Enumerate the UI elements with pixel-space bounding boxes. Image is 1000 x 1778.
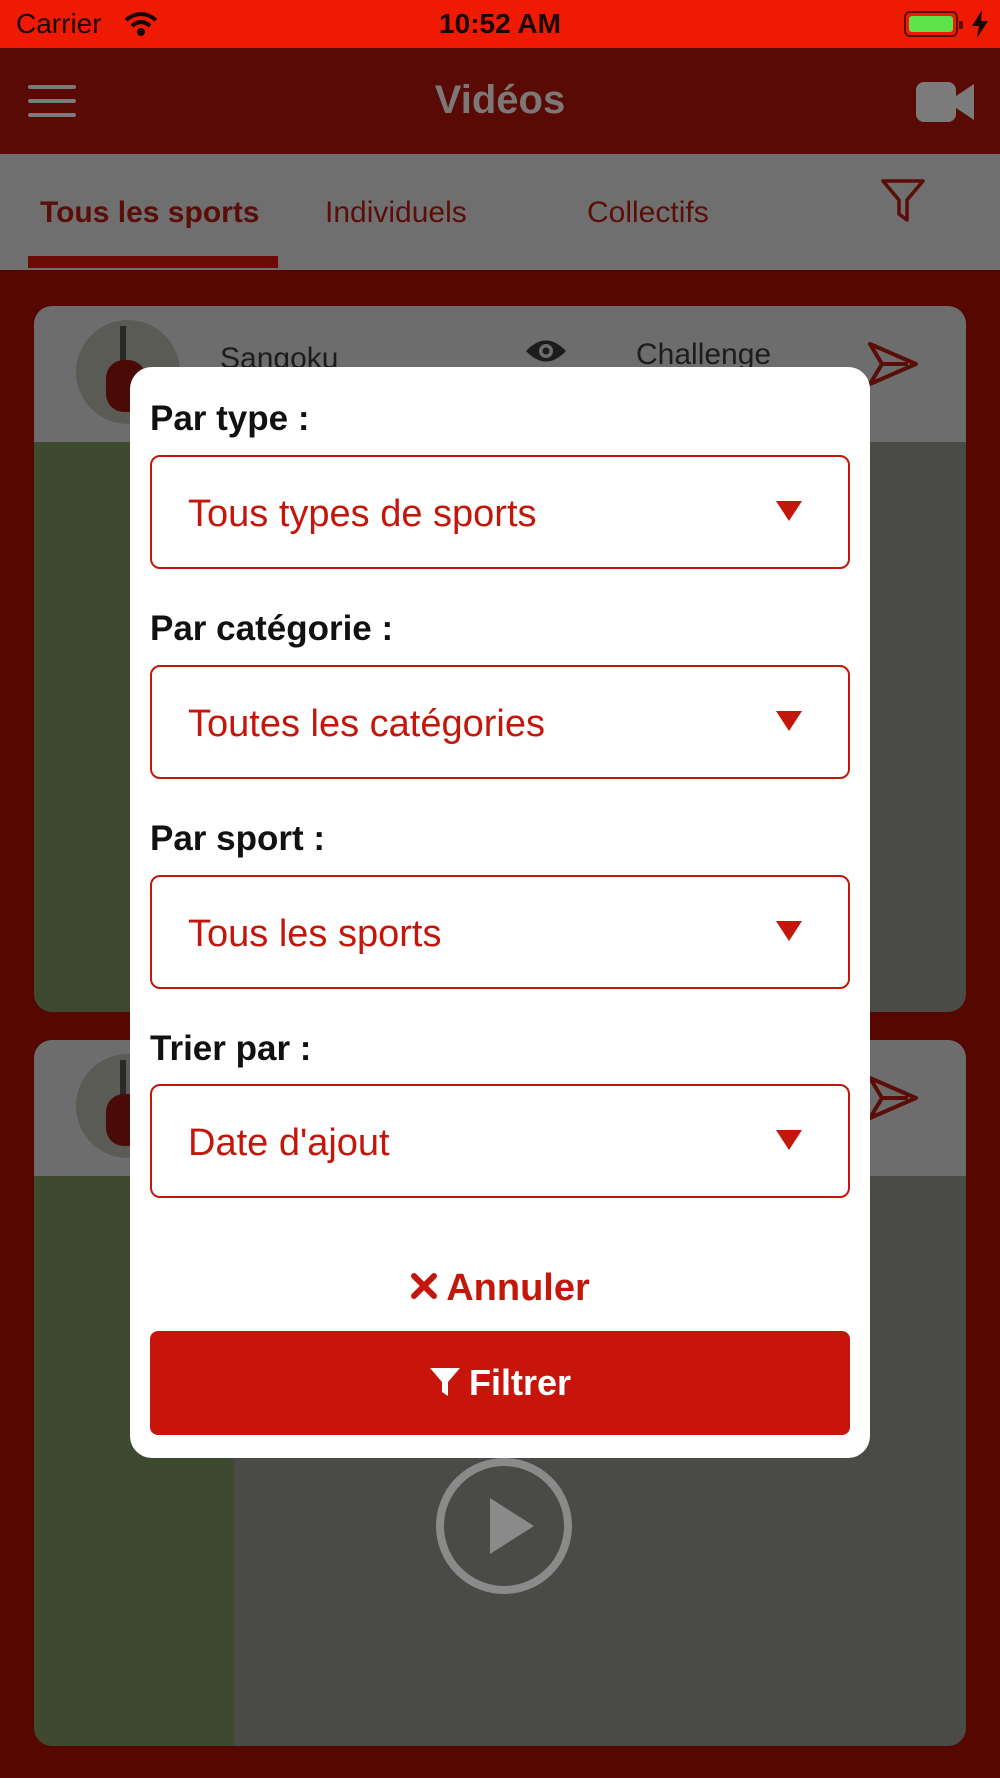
- sort-select[interactable]: Date d'ajout: [150, 1084, 850, 1198]
- dropdown-caret-icon: [776, 501, 802, 521]
- dropdown-caret-icon: [776, 1130, 802, 1150]
- video-camera-icon[interactable]: [916, 82, 974, 122]
- category-select-value: Toutes les catégories: [188, 703, 545, 745]
- type-select[interactable]: Tous types de sports: [150, 455, 850, 569]
- close-icon: [411, 1272, 438, 1299]
- funnel-icon: [429, 1368, 460, 1397]
- charging-bolt-icon: [972, 10, 988, 38]
- category-tabs: Tous les sports Individuels Collectifs: [0, 154, 1000, 270]
- status-bar: Carrier 10:52 AM: [0, 0, 1000, 48]
- sort-label: Trier par :: [150, 1029, 312, 1068]
- dropdown-caret-icon: [776, 711, 802, 731]
- eye-icon: [526, 340, 566, 362]
- category-select[interactable]: Toutes les catégories: [150, 665, 850, 779]
- type-filter-label: Par type :: [150, 399, 310, 438]
- category-filter-label: Par catégorie :: [150, 609, 394, 648]
- sport-filter-label: Par sport :: [150, 819, 326, 858]
- type-select-value: Tous types de sports: [188, 493, 537, 535]
- dropdown-caret-icon: [776, 921, 802, 941]
- send-icon[interactable]: [868, 1076, 918, 1120]
- filter-dialog: Par type : Tous types de sports Par caté…: [130, 367, 870, 1458]
- status-time: 10:52 AM: [439, 8, 561, 39]
- battery-icon: [904, 11, 963, 37]
- play-icon[interactable]: [434, 1456, 574, 1596]
- sort-select-value: Date d'ajout: [188, 1122, 390, 1164]
- filter-icon[interactable]: [880, 178, 926, 224]
- filter-button[interactable]: Filtrer: [150, 1331, 850, 1435]
- tab-individual[interactable]: Individuels: [325, 196, 467, 230]
- cancel-label: Annuler: [446, 1267, 590, 1309]
- page-title: Vidéos: [434, 78, 566, 122]
- send-icon[interactable]: [868, 342, 918, 386]
- sport-select[interactable]: Tous les sports: [150, 875, 850, 989]
- nav-bar: Vidéos: [0, 48, 1000, 154]
- cancel-button[interactable]: Annuler: [130, 1267, 870, 1327]
- sport-select-value: Tous les sports: [188, 913, 442, 955]
- tab-all-sports[interactable]: Tous les sports: [40, 196, 260, 230]
- active-tab-indicator: [28, 256, 278, 268]
- tab-collective[interactable]: Collectifs: [587, 196, 709, 230]
- filter-label: Filtrer: [468, 1362, 572, 1403]
